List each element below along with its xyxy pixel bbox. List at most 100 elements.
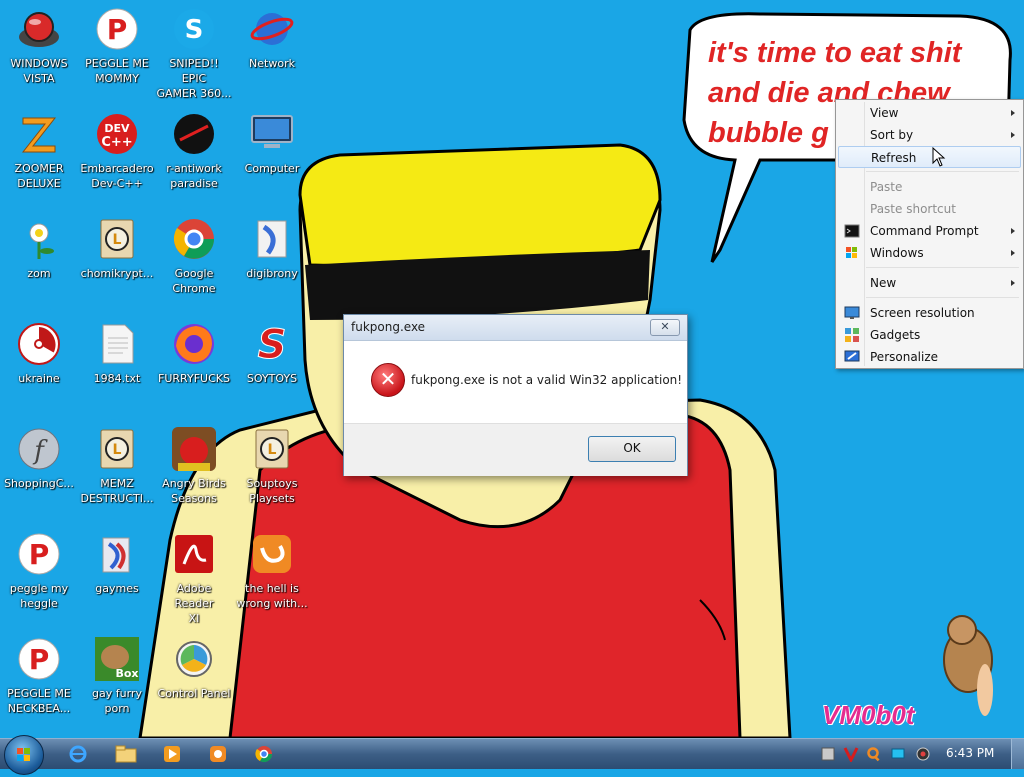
desktop-icon-label: Computer (244, 162, 300, 175)
desktop-icon-label: Network (249, 57, 295, 70)
menu-item-label: Sort by (870, 128, 914, 142)
desktop-icon[interactable]: the hell is wrong with... (234, 530, 310, 611)
desktop-icon-label: Adobe Reader XI (174, 582, 214, 625)
menu-item-label: Paste shortcut (870, 202, 956, 216)
desktop-icon[interactable]: Adobe Reader XI (156, 530, 232, 626)
explorer-folder-icon[interactable] (106, 742, 146, 766)
desktop-icon[interactable]: ukraine (1, 320, 77, 386)
zoomer-icon (15, 110, 63, 158)
desktop-icon[interactable]: Ppeggle my heggle (1, 530, 77, 611)
screen-resolution-icon (844, 305, 860, 321)
windows-flag-icon (844, 245, 860, 261)
desktop-icon[interactable]: 1984.txt (79, 320, 155, 386)
submenu-arrow-icon (1011, 250, 1015, 256)
command-prompt-icon (844, 223, 860, 239)
menu-item-view[interactable]: View (838, 102, 1021, 124)
desktop-icon[interactable]: WINDOWS VISTA (1, 5, 77, 86)
submenu-arrow-icon (1011, 280, 1015, 286)
windows-logo-icon (17, 748, 30, 761)
tray-search-icon[interactable] (866, 746, 882, 762)
chrome-icon[interactable] (244, 742, 284, 766)
menu-item-new[interactable]: New (838, 272, 1021, 294)
dialog-close-button[interactable]: ✕ (650, 319, 680, 336)
menu-item-label: Paste (870, 180, 903, 194)
folder-icon (93, 530, 141, 578)
desktop-icon-label: FURRYFUCKS (158, 372, 230, 385)
desktop-icon[interactable]: Network (234, 5, 310, 71)
gadgets-icon (844, 327, 860, 343)
menu-item-windows[interactable]: Windows (838, 242, 1021, 264)
svg-text:S: S (185, 15, 204, 45)
soytoys-icon: S (248, 320, 296, 368)
ok-button[interactable]: OK (588, 436, 676, 462)
box-beaver-icon: Box (93, 635, 141, 683)
menu-item-refresh[interactable]: Refresh (838, 146, 1021, 168)
taskbar: 6:43 PM (0, 735, 1024, 775)
desktop-icon[interactable]: Box gay furry porn (79, 635, 155, 716)
flower-icon (15, 215, 63, 263)
menu-item-label: Refresh (871, 151, 917, 165)
dialog-titlebar[interactable]: fukpong.exe ✕ (344, 315, 687, 341)
media-player-icon[interactable] (152, 742, 192, 766)
desktop-icon[interactable]: Lchomikrypt... (79, 215, 155, 281)
desktop-icon-label: gaymes (95, 582, 139, 595)
menu-item-gadgets[interactable]: Gadgets (838, 324, 1021, 346)
menu-item-screen-resolution[interactable]: Screen resolution (838, 302, 1021, 324)
menu-item-label: View (870, 106, 899, 120)
start-button[interactable] (4, 735, 44, 775)
dialog-body: ✕ fukpong.exe is not a valid Win32 appli… (344, 341, 687, 423)
desktop-icon[interactable]: L Souptoys Playsets (234, 425, 310, 506)
desktop-icon[interactable]: zom (1, 215, 77, 281)
desktop-icon[interactable]: ZOOMER DELUXE (1, 110, 77, 191)
menu-item-label: Personalize (870, 350, 939, 364)
uc-browser-icon (248, 530, 296, 578)
internet-explorer-icon[interactable] (58, 742, 98, 766)
desktop-icon[interactable]: Computer (234, 110, 310, 176)
taskbar-clock[interactable]: 6:43 PM (946, 746, 994, 760)
show-desktop-button[interactable] (1011, 739, 1024, 769)
menu-item-label: Gadgets (870, 328, 921, 342)
desktop-icon-label: ShoppingC... (4, 477, 74, 490)
desktop-icon[interactable]: L MEMZ DESTRUCTI... (79, 425, 155, 506)
submenu-arrow-icon (1011, 110, 1015, 116)
menu-item-command-prompt[interactable]: Command Prompt (838, 220, 1021, 242)
desktop-icon[interactable]: Angry Birds Seasons (156, 425, 232, 506)
desktop-icon[interactable]: S SNIPED!! EPIC GAMER 360... (156, 5, 232, 101)
desktop-icon[interactable]: Google Chrome (156, 215, 232, 296)
tray-volume-icon[interactable] (915, 746, 931, 762)
desktop-icon[interactable]: P PEGGLE ME MOMMY (79, 5, 155, 86)
tray-app-icon[interactable] (820, 746, 836, 762)
svg-text:Box: Box (115, 667, 138, 680)
desktop-icon[interactable]: FURRYFUCKS (156, 320, 232, 386)
shortcut-l-icon: L (248, 425, 296, 473)
peggle-icon: P (15, 530, 63, 578)
desktop-icon[interactable]: DEV C++ Embarcadero Dev-C++ (79, 110, 155, 191)
desktop-icon[interactable]: f ShoppingC... (1, 425, 77, 491)
desktop-icon[interactable]: gaymes (79, 530, 155, 596)
desktop-icon[interactable]: r-antiwork paradise (156, 110, 232, 191)
desktop-icon[interactable]: P PEGGLE ME NECKBEA... (1, 635, 77, 716)
tray-monitor-icon[interactable] (890, 746, 906, 762)
menu-item-paste: Paste (838, 176, 1021, 198)
desktop-icon-label: SNIPED!! EPIC GAMER 360... (156, 57, 232, 100)
devcpp-icon: DEV C++ (93, 110, 141, 158)
chrome-icon (170, 215, 218, 263)
control-panel-icon (170, 635, 218, 683)
submenu-arrow-icon (1011, 132, 1015, 138)
svg-text:P: P (29, 538, 50, 571)
desktop-icon[interactable]: S SOYTOYS (234, 320, 310, 386)
svg-text:L: L (268, 442, 277, 458)
uc-browser-icon[interactable] (198, 742, 238, 766)
menu-item-label: New (870, 276, 897, 290)
svg-text:P: P (29, 643, 50, 676)
menu-item-sort-by[interactable]: Sort by (838, 124, 1021, 146)
flash-icon: f (15, 425, 63, 473)
menu-item-label: Command Prompt (870, 224, 979, 238)
desktop-icon[interactable]: digibrony (234, 215, 310, 281)
menu-item-personalize[interactable]: Personalize (838, 346, 1021, 368)
svg-text:C++: C++ (101, 135, 132, 150)
tray-v-icon[interactable] (843, 746, 859, 762)
desktop-icon-label: Google Chrome (172, 267, 216, 295)
desktop-icon[interactable]: Control Panel (156, 635, 232, 701)
dialog-message: fukpong.exe is not a valid Win32 applica… (411, 373, 683, 387)
